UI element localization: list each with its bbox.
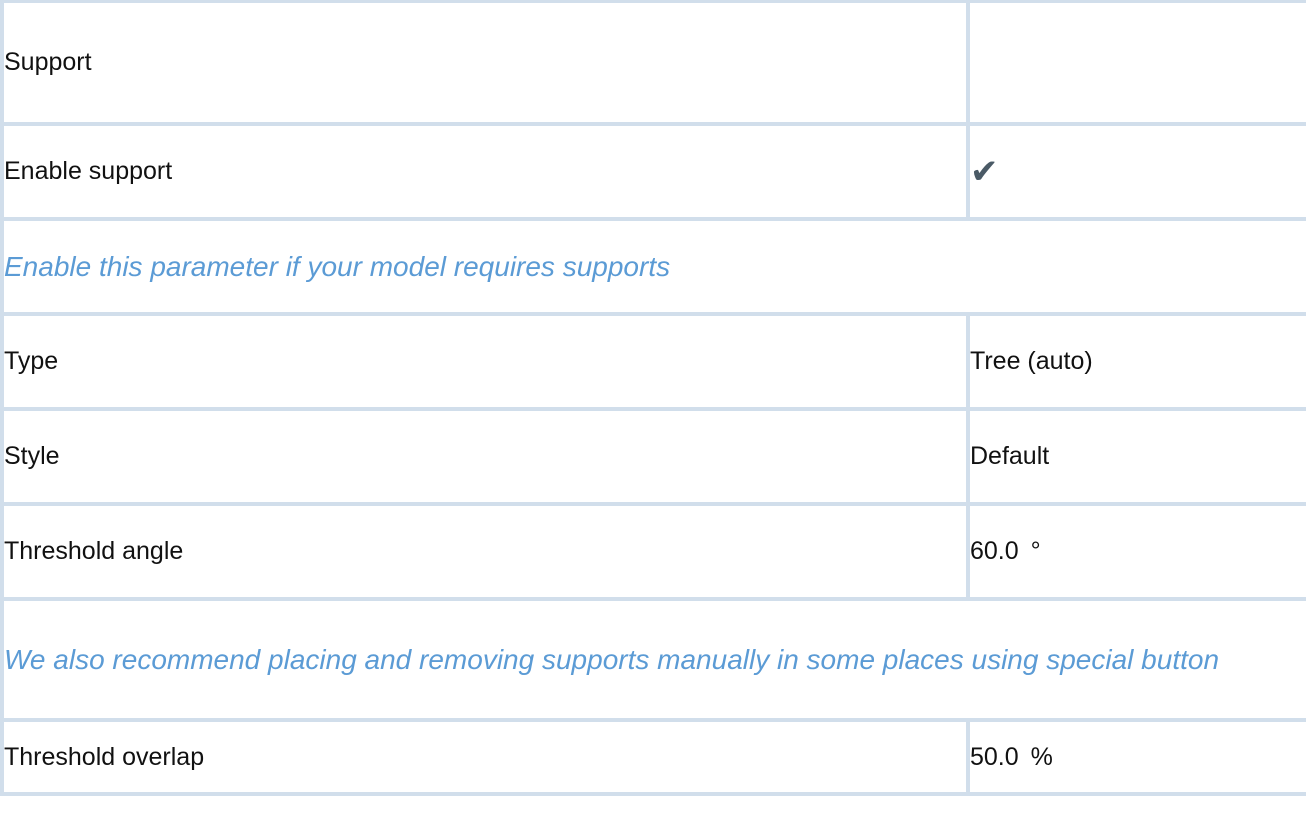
param-row-threshold-angle: Threshold angle 60.0 ° <box>0 502 1306 601</box>
threshold-overlap-value-cell[interactable]: 50.0% <box>966 718 1306 796</box>
hint-row-enable: Enable this parameter if your model requ… <box>0 217 1306 316</box>
style-label: Style <box>0 407 970 506</box>
threshold-overlap-label: Threshold overlap <box>0 718 970 796</box>
type-value[interactable]: Tree (auto) <box>966 312 1306 411</box>
param-row-enable-support: Enable support ✔ <box>0 122 1306 221</box>
checkmark-icon: ✔ <box>970 152 999 191</box>
param-row-threshold-overlap: Threshold overlap 50.0% <box>0 718 1306 796</box>
threshold-overlap-value: 50.0 <box>970 742 1019 771</box>
threshold-angle-label: Threshold angle <box>0 502 970 601</box>
support-settings-table: Support Enable support ✔ Enable this par… <box>0 0 1306 796</box>
threshold-angle-unit: ° <box>1030 537 1041 565</box>
style-value[interactable]: Default <box>966 407 1306 506</box>
type-label: Type <box>0 312 970 411</box>
enable-support-value[interactable]: ✔ <box>966 122 1306 221</box>
hint-row-angle: We also recommend placing and removing s… <box>0 597 1306 722</box>
param-row-type: Type Tree (auto) <box>0 312 1306 411</box>
section-title: Support <box>0 0 970 126</box>
threshold-angle-value-cell[interactable]: 60.0 ° <box>966 502 1306 601</box>
threshold-angle-hint: We also recommend placing and removing s… <box>0 597 1306 722</box>
threshold-angle-value: 60.0 <box>970 537 1019 565</box>
section-value-empty <box>966 0 1306 126</box>
section-header-row: Support <box>0 0 1306 126</box>
threshold-overlap-unit: % <box>1030 742 1053 771</box>
enable-support-label: Enable support <box>0 122 970 221</box>
enable-support-hint: Enable this parameter if your model requ… <box>0 217 1306 316</box>
param-row-style: Style Default <box>0 407 1306 506</box>
